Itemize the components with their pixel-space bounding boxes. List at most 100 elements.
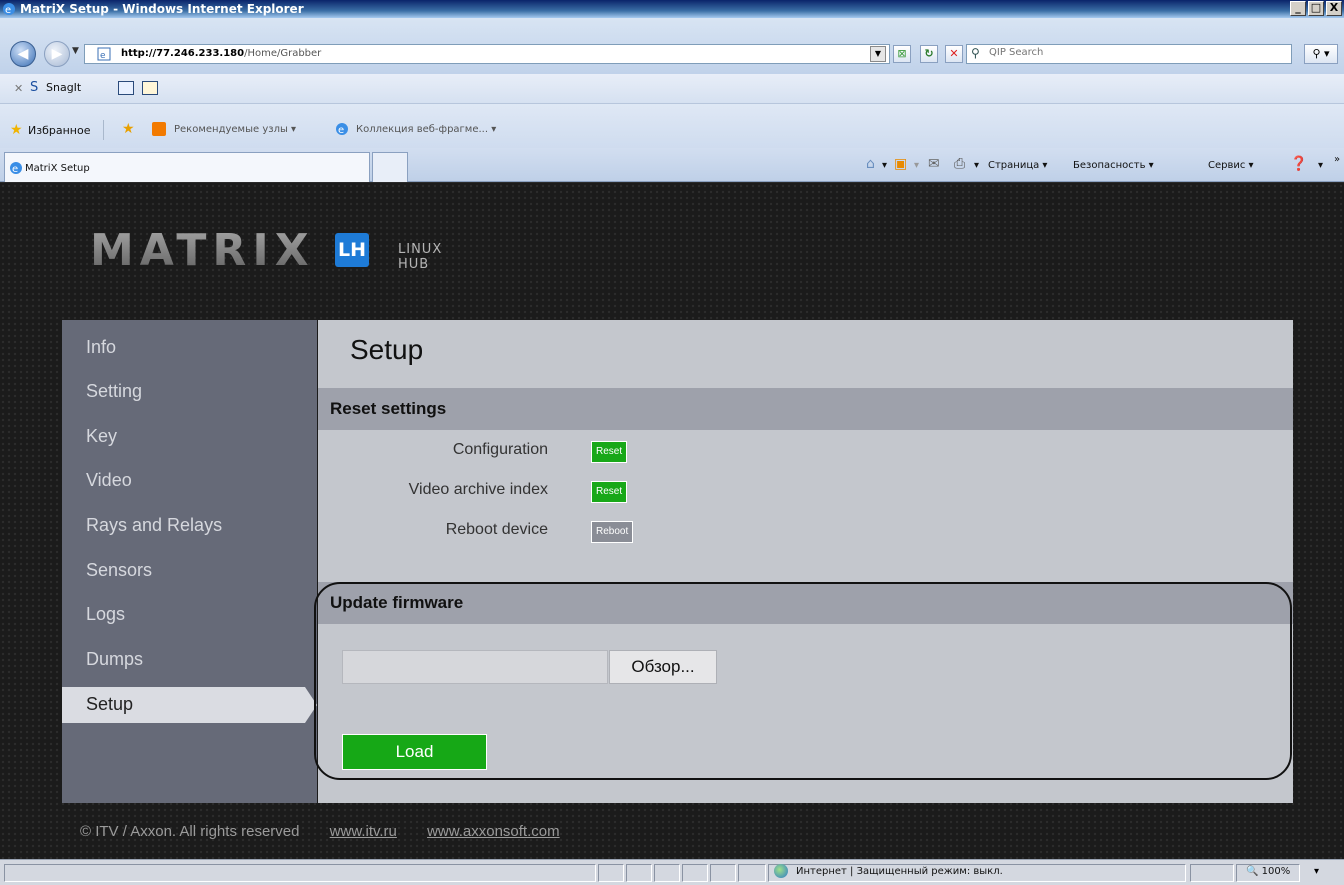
search-input[interactable]	[989, 47, 1279, 58]
firmware-file-field[interactable]	[342, 650, 608, 684]
separator	[103, 120, 104, 140]
safety-menu[interactable]: Безопасность ▾	[1073, 160, 1154, 171]
reboot-button[interactable]: Reboot	[591, 521, 634, 543]
snagit-capture-icon[interactable]	[118, 81, 134, 95]
suggested-sites-icon	[152, 122, 166, 136]
search-icon: ⚲	[971, 46, 980, 60]
url-text: http://77.246.233.180/Home/Grabber	[121, 48, 322, 59]
copyright-text: © ITV / Axxon. All rights reserved	[80, 823, 300, 840]
sidebar-item-sensors[interactable]: Sensors	[62, 553, 317, 589]
page-title: Setup	[350, 334, 424, 365]
web-slice-gallery-icon: e	[336, 123, 348, 136]
status-cell	[738, 864, 766, 882]
sidebar-item-setting[interactable]: Setting	[62, 374, 317, 410]
update-firmware-header: Update firmware	[318, 582, 1293, 624]
status-cell	[626, 864, 652, 882]
logo-subtitle: LINUX HUB	[398, 242, 443, 272]
sidebar-nav: Info Setting Key Video Rays and Relays S…	[62, 320, 317, 803]
page-icon: e	[97, 47, 111, 61]
forward-button[interactable]: ▶	[44, 41, 70, 67]
tab-label: MatriX Setup	[25, 163, 90, 174]
reboot-device-label: Reboot device	[445, 521, 548, 538]
back-button[interactable]: ◀	[10, 41, 36, 67]
favorites-bar: ★ Избранное ★ Рекомендуемые узлы ▾ e Кол…	[0, 104, 1344, 148]
address-bar: ◀ ▶ ▼ e http://77.246.233.180/Home/Grabb…	[0, 18, 1344, 74]
sidebar-item-logs[interactable]: Logs	[62, 597, 317, 633]
sidebar-item-setup[interactable]: Setup	[62, 687, 317, 723]
snagit-icon: S	[30, 80, 39, 95]
browse-button[interactable]: Обзор...	[609, 650, 717, 684]
refresh-icon[interactable]: ↻	[920, 45, 938, 63]
print-icon[interactable]: ⎙	[954, 156, 965, 172]
sidebar-item-key[interactable]: Key	[62, 419, 317, 455]
window-title: MatriX Setup - Windows Internet Explorer	[20, 2, 304, 16]
home-dropdown-icon[interactable]: ▾	[882, 160, 887, 171]
status-cell	[654, 864, 680, 882]
minimize-button[interactable]: _	[1290, 1, 1306, 16]
reset-settings-header: Reset settings	[318, 388, 1293, 430]
snagit-button[interactable]: SnagIt	[46, 81, 81, 94]
logo-wordmark: MATRIX	[90, 225, 315, 276]
sidebar-item-video[interactable]: Video	[62, 463, 317, 499]
configuration-label: Configuration	[452, 441, 548, 458]
logo-badge: LH	[335, 233, 369, 267]
feeds-dropdown-icon[interactable]: ▾	[914, 160, 919, 171]
status-bar: Интернет | Защищенный режим: выкл. 🔍 100…	[0, 859, 1344, 885]
mail-icon[interactable]: ✉	[928, 156, 940, 172]
window-controls: _ □ X	[1290, 1, 1342, 16]
snagit-edit-icon[interactable]	[142, 81, 158, 95]
search-field[interactable]: ⚲	[966, 44, 1292, 64]
stop-icon[interactable]: ✕	[945, 45, 963, 63]
sidebar-item-rays-and-relays[interactable]: Rays and Relays	[62, 508, 317, 544]
tab-matrix-setup[interactable]: e MatriX Setup	[4, 152, 370, 182]
sidebar-item-info[interactable]: Info	[62, 330, 317, 366]
svg-text:e: e	[12, 164, 18, 175]
feeds-icon[interactable]: ▣	[894, 156, 907, 172]
web-slice-gallery-link[interactable]: Коллекция веб-фрагме... ▾	[356, 124, 496, 135]
internet-zone-icon	[774, 864, 788, 878]
axxonsoft-link[interactable]: www.axxonsoft.com	[427, 823, 560, 840]
home-icon[interactable]: ⌂	[866, 156, 875, 172]
reset-video-archive-button[interactable]: Reset	[591, 481, 628, 503]
chevron-more-icon[interactable]: »	[1334, 154, 1340, 165]
status-cell	[682, 864, 708, 882]
history-dropdown-icon[interactable]: ▼	[72, 46, 79, 56]
search-button[interactable]: ⚲ ▾	[1304, 44, 1338, 64]
favorites-button[interactable]: Избранное	[28, 124, 90, 137]
suggested-sites-link[interactable]: Рекомендуемые узлы ▾	[174, 124, 296, 135]
zoom-dropdown-icon[interactable]: ▾	[1314, 866, 1319, 877]
help-icon[interactable]: ❓	[1290, 156, 1307, 172]
reset-configuration-button[interactable]: Reset	[591, 441, 628, 463]
add-favorite-icon[interactable]: ★	[122, 121, 135, 137]
compatibility-view-icon[interactable]: ⊠	[893, 45, 911, 63]
itv-link[interactable]: www.itv.ru	[330, 823, 397, 840]
close-button[interactable]: X	[1326, 1, 1342, 16]
page-menu[interactable]: Страница ▾	[988, 160, 1047, 171]
content-panel: Setup Reset settings Configuration Reset…	[318, 320, 1293, 803]
window-titlebar: e MatriX Setup - Windows Internet Explor…	[0, 0, 1344, 18]
ie-page-icon: e	[10, 162, 22, 175]
ie-icon: e	[3, 3, 15, 16]
web-page: MATRIX LH LINUX HUB Info Setting Key Vid…	[0, 183, 1344, 859]
status-cell	[710, 864, 736, 882]
protected-mode-cell[interactable]	[1190, 864, 1234, 882]
favorites-star-icon: ★	[10, 122, 23, 138]
print-dropdown-icon[interactable]: ▾	[974, 160, 979, 171]
help-dropdown-icon[interactable]: ▾	[1318, 160, 1323, 171]
svg-text:e: e	[100, 51, 106, 61]
tools-menu[interactable]: Сервис ▾	[1208, 160, 1254, 171]
footer: © ITV / Axxon. All rights reserved www.i…	[80, 823, 560, 840]
zoom-level: 🔍 100%	[1246, 866, 1291, 877]
url-dropdown-icon[interactable]: ▼	[870, 46, 886, 62]
url-field[interactable]: e http://77.246.233.180/Home/Grabber	[84, 44, 890, 64]
svg-text:e: e	[5, 5, 11, 16]
sidebar-item-dumps[interactable]: Dumps	[62, 642, 317, 678]
load-button[interactable]: Load	[342, 734, 487, 770]
maximize-button[interactable]: □	[1308, 1, 1324, 16]
snagit-toolbar: ✕ S SnagIt	[0, 74, 1344, 104]
new-tab-button[interactable]	[372, 152, 408, 182]
svg-text:e: e	[338, 125, 344, 136]
status-cell	[598, 864, 624, 882]
status-text-cell	[4, 864, 596, 882]
toolbar-close-icon[interactable]: ✕	[14, 82, 23, 95]
